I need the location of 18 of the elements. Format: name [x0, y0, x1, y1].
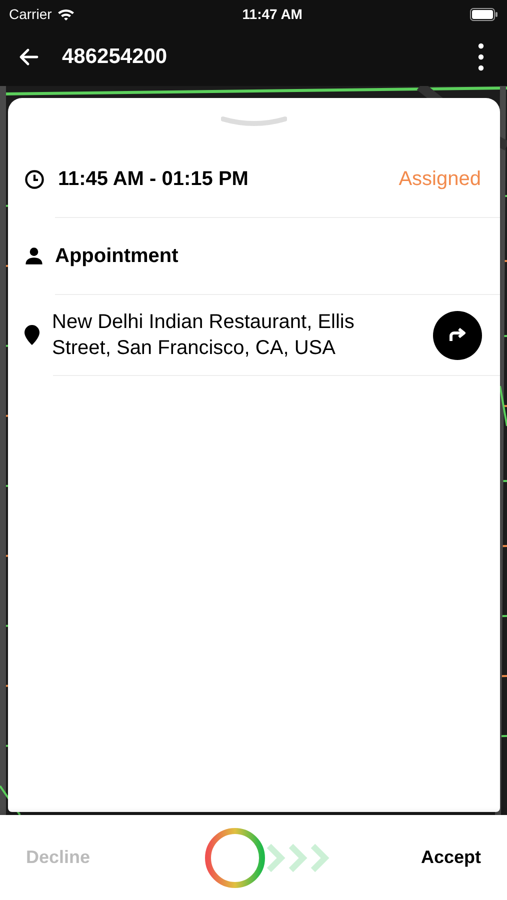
accept-button[interactable]: Accept — [391, 844, 481, 871]
address-text: New Delhi Indian Restaurant, Ellis Street, San Francisco, CA, USA — [52, 310, 356, 361]
clock-icon — [24, 168, 45, 190]
more-options-icon — [478, 42, 484, 72]
person-icon — [24, 246, 44, 266]
location-pin-icon — [24, 325, 40, 345]
directions-button[interactable] — [433, 310, 482, 360]
wifi-icon — [56, 8, 75, 20]
header-title: 486254200 — [62, 44, 168, 70]
drag-handle-icon[interactable] — [221, 116, 287, 128]
clock-time: 11:47 AM — [242, 4, 302, 24]
status-label: Assigned — [398, 167, 481, 192]
swipe-ring-icon[interactable] — [204, 826, 266, 888]
time-range: 11:45 AM - 01:15 PM — [58, 167, 250, 192]
turn-right-arrow-icon — [448, 327, 466, 343]
carrier-label: Carrier — [9, 4, 52, 24]
battery-icon — [470, 8, 498, 20]
appointment-type: Appointment — [55, 244, 178, 269]
